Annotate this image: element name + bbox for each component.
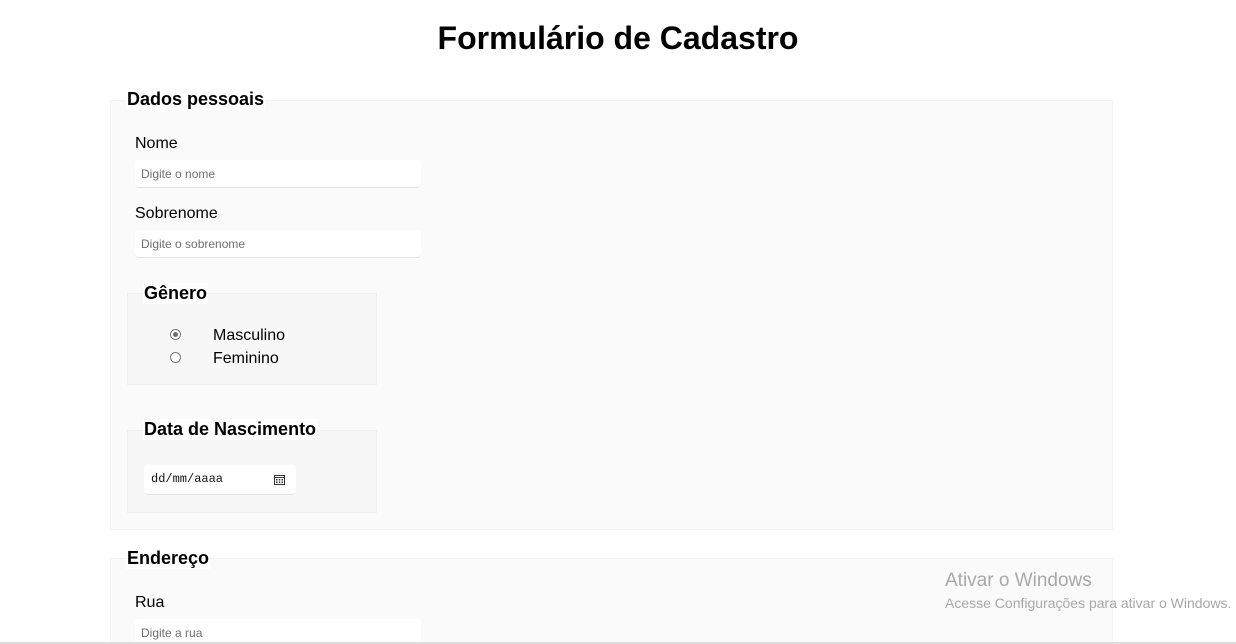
gender-radio-female[interactable] bbox=[170, 352, 181, 363]
calendar-icon[interactable] bbox=[274, 474, 285, 485]
first-name-input[interactable] bbox=[135, 160, 421, 188]
last-name-input[interactable] bbox=[135, 230, 421, 258]
address-legend: Endereço bbox=[126, 548, 211, 569]
windows-activation-title: Ativar o Windows bbox=[945, 570, 1092, 591]
gender-label-female: Feminino bbox=[213, 350, 279, 367]
gender-legend: Gênero bbox=[143, 283, 209, 304]
registration-page: Formulário de Cadastro Dados pessoais No… bbox=[0, 0, 1236, 644]
birth-date-legend: Data de Nascimento bbox=[143, 419, 318, 440]
last-name-label: Sobrenome bbox=[135, 205, 218, 222]
birth-date-placeholder: dd/mm/aaaa bbox=[151, 472, 224, 486]
page-title: Formulário de Cadastro bbox=[437, 20, 799, 56]
windows-activation-subtitle: Acesse Configurações para ativar o Windo… bbox=[945, 595, 1232, 611]
street-label: Rua bbox=[135, 594, 165, 611]
street-input[interactable] bbox=[135, 619, 421, 644]
first-name-label: Nome bbox=[135, 135, 178, 152]
birth-date-input[interactable]: dd/mm/aaaa bbox=[144, 465, 296, 495]
gender-radio-male[interactable] bbox=[170, 329, 181, 340]
gender-label-male: Masculino bbox=[213, 327, 286, 344]
personal-data-legend: Dados pessoais bbox=[126, 89, 266, 110]
